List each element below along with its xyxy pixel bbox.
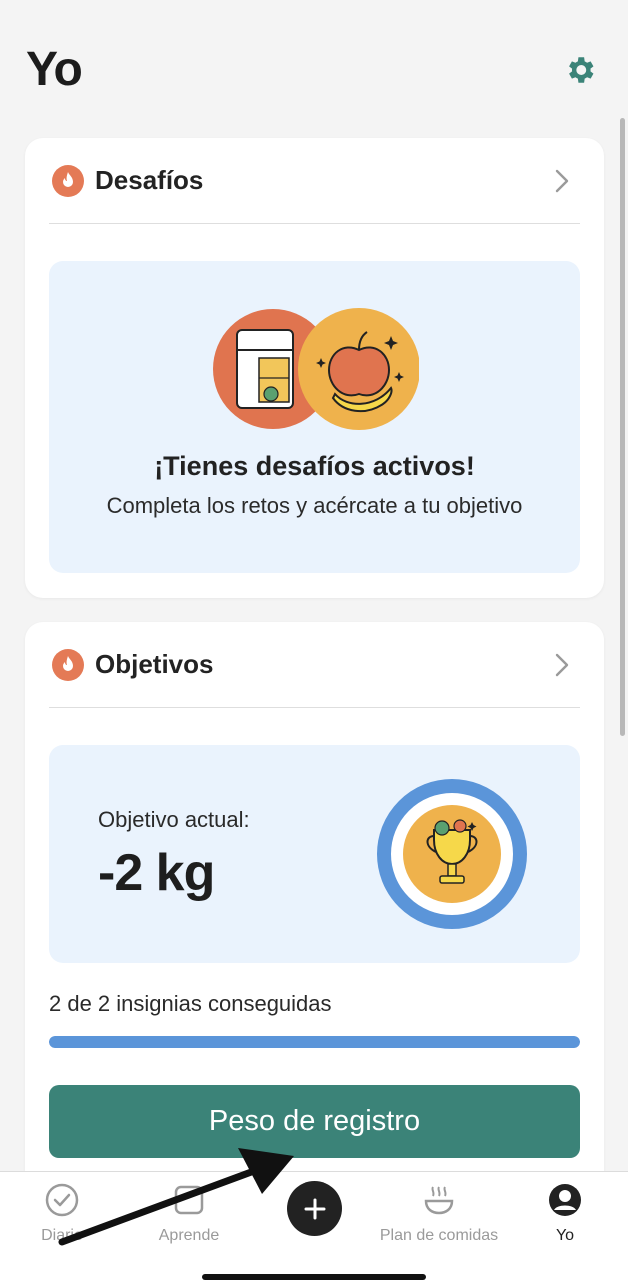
challenges-subtitle: Completa los retos y acércate a tu objet… [106, 493, 523, 518]
goals-header[interactable]: Objetivos [49, 622, 580, 708]
page-title: Yo [26, 43, 83, 96]
bowl-icon [421, 1182, 457, 1218]
tab-label: Aprende [158, 1227, 220, 1244]
chevron-right-icon [552, 168, 572, 194]
challenges-illustration [213, 308, 420, 432]
current-goal-label: Objetivo actual: [98, 807, 250, 832]
gear-icon [569, 57, 594, 83]
goals-title: Objetivos [95, 649, 214, 679]
tab-diario[interactable]: Diario [0, 1182, 127, 1252]
flame-icon [52, 648, 84, 681]
plus-icon [304, 1198, 325, 1219]
tab-plan-de-comidas[interactable]: Plan de comidas [374, 1182, 504, 1252]
challenges-header[interactable]: Desafíos [49, 138, 580, 224]
tab-label: Diario [41, 1227, 83, 1244]
profile-icon [547, 1182, 583, 1218]
badges-progress-fill [49, 1036, 580, 1048]
goals-card: Objetivos Objetivo actual: -2 kg 2 de 2 … [25, 622, 604, 1202]
flame-icon [52, 164, 84, 197]
current-goal-panel[interactable]: Objetivo actual: -2 kg [49, 745, 580, 963]
check-circle-icon [44, 1182, 80, 1218]
current-goal-value: -2 kg [98, 844, 215, 902]
chevron-right-icon [552, 652, 572, 678]
scrollbar[interactable] [620, 118, 625, 736]
trophy-badge-icon [376, 778, 528, 930]
home-indicator [202, 1274, 426, 1280]
challenges-heading: ¡Tienes desafíos activos! [154, 451, 475, 481]
challenges-panel[interactable]: ¡Tienes desafíos activos! Completa los r… [49, 261, 580, 573]
tab-yo[interactable]: Yo [500, 1182, 628, 1252]
tab-label: Yo [555, 1227, 575, 1244]
tab-aprende[interactable]: Aprende [124, 1182, 254, 1252]
challenges-card: Desafíos ¡Tienes desafíos activos! Compl… [25, 138, 604, 598]
badges-progress-bar [49, 1036, 580, 1048]
log-weight-button[interactable]: Peso de registro [49, 1085, 580, 1158]
add-button[interactable] [287, 1181, 342, 1236]
badges-count-text: 2 de 2 insignias conseguidas [49, 991, 332, 1016]
book-icon [171, 1182, 207, 1218]
tab-label: Plan de comidas [379, 1227, 499, 1244]
settings-button[interactable] [560, 50, 600, 90]
challenges-title: Desafíos [95, 165, 204, 195]
